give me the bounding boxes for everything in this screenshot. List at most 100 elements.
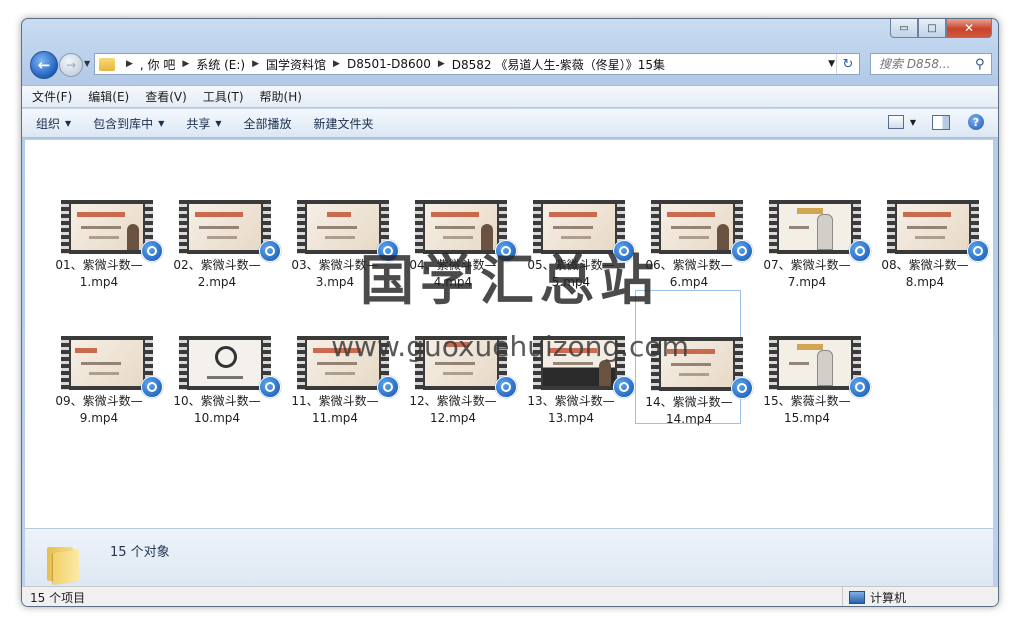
file-name: 02、紫微斗数— 2.mp4 (173, 258, 261, 289)
file-name: 04、紫微斗数— 4.mp4 (409, 258, 497, 289)
menu-file[interactable]: 文件(F) (32, 88, 72, 105)
chevron-right-icon[interactable]: ▶ (333, 59, 340, 69)
address-bar[interactable]: ▶ , 你 吧 ▶ 系统 (E:) ▶ 国学资料馆 ▶ D8501-D8600 … (94, 53, 860, 75)
back-button[interactable]: ← (30, 51, 58, 79)
file-name: 13、紫微斗数— 13.mp4 (527, 394, 615, 425)
file-item[interactable]: 10、紫微斗数— 10.mp4 (165, 296, 281, 428)
video-thumbnail (61, 200, 153, 254)
help-icon[interactable]: ? (968, 114, 984, 130)
organize-label: 组织 (36, 116, 61, 131)
video-thumbnail (415, 336, 507, 390)
breadcrumb-item[interactable]: D8501-D8600 (347, 57, 431, 71)
folder-icon (99, 57, 115, 71)
file-name: 03、紫微斗数— 3.mp4 (291, 258, 379, 289)
menu-view[interactable]: 查看(V) (145, 88, 187, 105)
forward-button[interactable]: → (59, 53, 83, 77)
file-item[interactable]: 12、紫微斗数— 12.mp4 (401, 296, 517, 428)
file-item[interactable]: 15、紫薇斗数— 15.mp4 (755, 296, 871, 428)
details-pane: 15 个对象 (25, 528, 993, 587)
file-list[interactable]: 01、紫微斗数— 1.mp4 02、紫微斗数— 2.mp4 03、紫微斗数— 3.mp… (25, 140, 993, 528)
file-item[interactable]: 05、紫微斗数— 5.mp4 (519, 160, 635, 292)
file-name: 14、紫微斗数— 14.mp4 (645, 395, 733, 426)
file-item[interactable]: 04、紫微斗数— 4.mp4 (401, 160, 517, 292)
include-in-library-button[interactable]: 包含到库中 ▼ (93, 115, 164, 132)
share-button[interactable]: 共享 ▼ (186, 115, 221, 132)
chevron-down-icon: ▼ (65, 118, 72, 128)
file-name: 10、紫微斗数— 10.mp4 (173, 394, 261, 425)
explorer-window: ▭ □ ✕ ← → ▼ ▶ , 你 吧 ▶ 系统 (E:) ▶ 国学资料馆 ▶ … (21, 18, 999, 607)
video-thumbnail (651, 337, 743, 391)
address-dropdown-icon[interactable]: ▼ (828, 59, 835, 69)
file-name: 07、紫微斗数— 7.mp4 (763, 258, 851, 289)
recent-pages-dropdown[interactable]: ▼ (84, 59, 90, 68)
file-item[interactable]: 06、紫微斗数— 6.mp4 (637, 160, 753, 292)
play-all-button[interactable]: 全部播放 (244, 115, 292, 132)
new-folder-button[interactable]: 新建文件夹 (314, 115, 374, 132)
object-count: 15 个对象 (110, 545, 170, 560)
status-bar: 15 个项目 计算机 (22, 586, 998, 606)
preview-pane-icon[interactable] (932, 114, 950, 130)
file-item[interactable]: 11、紫微斗数— 11.mp4 (283, 296, 399, 428)
file-name: 09、紫微斗数— 9.mp4 (55, 394, 143, 425)
close-button[interactable]: ✕ (946, 19, 992, 38)
share-label: 共享 (186, 116, 211, 131)
file-name: 11、紫微斗数— 11.mp4 (291, 394, 379, 425)
file-item[interactable]: 07、紫微斗数— 7.mp4 (755, 160, 871, 292)
breadcrumb-item[interactable]: D8582 《易道人生-紫薇（佟星）》15集 (452, 56, 665, 73)
chevron-down-icon[interactable]: ▼ (910, 118, 916, 127)
computer-icon (849, 590, 865, 604)
folder-icon (47, 543, 81, 585)
item-count: 15 个项目 (30, 590, 86, 605)
menu-bar: 文件(F) 编辑(E) 查看(V) 工具(T) 帮助(H) (22, 85, 998, 107)
menu-tools[interactable]: 工具(T) (203, 88, 244, 105)
toolbar-right: ▼ ? (887, 114, 984, 130)
navigation-row: ← → ▼ ▶ , 你 吧 ▶ 系统 (E:) ▶ 国学资料馆 ▶ D8501-… (30, 51, 992, 79)
menu-help[interactable]: 帮助(H) (260, 88, 302, 105)
video-thumbnail (61, 336, 153, 390)
chevron-right-icon[interactable]: ▶ (182, 59, 189, 69)
maximize-button[interactable]: □ (918, 19, 946, 38)
video-thumbnail (651, 200, 743, 254)
location-label: 计算机 (870, 590, 907, 605)
caption-buttons: ▭ □ ✕ (890, 19, 992, 38)
breadcrumb-item[interactable]: , 你 吧 (140, 56, 175, 73)
search-icon[interactable]: ⚲ (975, 57, 985, 72)
video-thumbnail (297, 336, 389, 390)
video-thumbnail (297, 200, 389, 254)
search-input[interactable] (877, 56, 973, 72)
file-name: 15、紫薇斗数— 15.mp4 (763, 394, 851, 425)
file-name: 12、紫微斗数— 12.mp4 (409, 394, 497, 425)
video-thumbnail (415, 200, 507, 254)
chevron-right-icon[interactable]: ▶ (126, 59, 133, 69)
file-item[interactable]: 02、紫微斗数— 2.mp4 (165, 160, 281, 292)
breadcrumb: ▶ , 你 吧 ▶ 系统 (E:) ▶ 国学资料馆 ▶ D8501-D8600 … (119, 56, 665, 73)
chevron-right-icon[interactable]: ▶ (252, 59, 259, 69)
video-thumbnail (769, 336, 861, 390)
organize-button[interactable]: 组织 ▼ (36, 115, 71, 132)
status-location: 计算机 (842, 587, 907, 606)
file-name: 06、紫微斗数— 6.mp4 (645, 258, 733, 289)
menu-edit[interactable]: 编辑(E) (88, 88, 129, 105)
file-name: 08、紫微斗数— 8.mp4 (881, 258, 969, 289)
file-item[interactable]: 09、紫微斗数— 9.mp4 (47, 296, 163, 428)
breadcrumb-item[interactable]: 系统 (E:) (196, 56, 245, 73)
file-item[interactable]: 01、紫微斗数— 1.mp4 (47, 160, 163, 292)
breadcrumb-item[interactable]: 国学资料馆 (266, 56, 326, 73)
file-item[interactable]: 08、紫微斗数— 8.mp4 (873, 160, 989, 292)
minimize-button[interactable]: ▭ (890, 19, 918, 38)
video-thumbnail (179, 336, 271, 390)
search-box[interactable]: ⚲ (870, 53, 992, 75)
command-bar: 组织 ▼ 包含到库中 ▼ 共享 ▼ 全部播放 新建文件夹 ▼ ? (22, 108, 998, 138)
chevron-right-icon[interactable]: ▶ (438, 59, 445, 69)
video-thumbnail (179, 200, 271, 254)
refresh-icon[interactable]: ↻ (836, 54, 859, 74)
video-thumbnail (769, 200, 861, 254)
video-thumbnail (533, 200, 625, 254)
file-item-selected[interactable]: 14、紫微斗数— 14.mp4 (635, 290, 753, 426)
video-thumbnail (887, 200, 979, 254)
file-name: 05、紫微斗数— 5.mp4 (527, 258, 615, 289)
video-thumbnail (533, 336, 625, 390)
file-item[interactable]: 03、紫微斗数— 3.mp4 (283, 160, 399, 292)
file-item[interactable]: 13、紫微斗数— 13.mp4 (519, 296, 635, 428)
view-options-icon[interactable] (887, 115, 904, 129)
